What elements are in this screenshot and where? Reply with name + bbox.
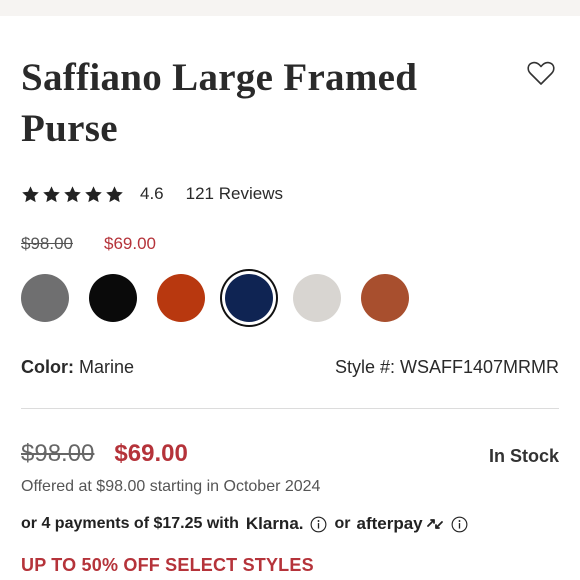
sale-price: $69.00 xyxy=(104,234,156,253)
divider xyxy=(21,408,559,409)
color-swatches xyxy=(21,274,429,322)
offered-note: Offered at $98.00 starting in October 20… xyxy=(21,478,321,495)
stock-status: In Stock xyxy=(488,446,559,466)
swatch-black[interactable] xyxy=(89,274,137,322)
star-icon xyxy=(85,185,102,202)
price-summary: $98.00 $69.00 xyxy=(21,234,156,254)
product-title: Saffiano Large Framed Purse xyxy=(21,56,418,150)
swatch-marine[interactable] xyxy=(225,274,273,322)
color-value: Marine xyxy=(79,357,135,377)
star-icon xyxy=(64,185,81,202)
price-block: $98.00 $69.00 xyxy=(21,440,188,468)
rating-row: 4.6 121 Reviews xyxy=(21,182,283,206)
promo-banner[interactable]: UP TO 50% OFF SELECT STYLES xyxy=(21,555,314,576)
afterpay-arrows-icon xyxy=(426,519,443,529)
swatch-rust[interactable] xyxy=(361,274,409,322)
info-icon[interactable] xyxy=(451,516,468,533)
info-icon[interactable] xyxy=(310,516,327,533)
afterpay-label: afterpay xyxy=(356,514,423,533)
sale-price-large: $69.00 xyxy=(114,440,188,467)
star-icon xyxy=(43,185,60,202)
klarna-logo[interactable]: Klarna. xyxy=(246,514,304,534)
rating-value: 4.6 xyxy=(140,184,164,203)
swatch-gray[interactable] xyxy=(21,274,69,322)
reviews-link[interactable]: 121 Reviews xyxy=(186,184,283,204)
star-rating xyxy=(21,185,124,204)
swatch-orange-red[interactable] xyxy=(157,274,205,322)
heart-icon[interactable] xyxy=(526,58,556,88)
star-icon xyxy=(22,185,39,202)
star-icon xyxy=(106,185,123,202)
swatch-light-gray[interactable] xyxy=(293,274,341,322)
afterpay-logo[interactable]: afterpay xyxy=(357,514,445,534)
top-bar xyxy=(0,0,580,16)
style-number: Style #: WSAFF1407MRMR xyxy=(334,357,559,377)
or-text: or xyxy=(334,515,351,532)
installment-payments: or 4 payments of $17.25 with Klarna. or … xyxy=(21,514,468,534)
payments-text: or 4 payments of $17.25 with xyxy=(21,515,239,532)
original-price: $98.00 xyxy=(21,234,73,253)
color-label: Color: xyxy=(21,357,74,377)
original-price-large: $98.00 xyxy=(21,440,95,467)
color-selection: Color: Marine xyxy=(21,357,134,378)
